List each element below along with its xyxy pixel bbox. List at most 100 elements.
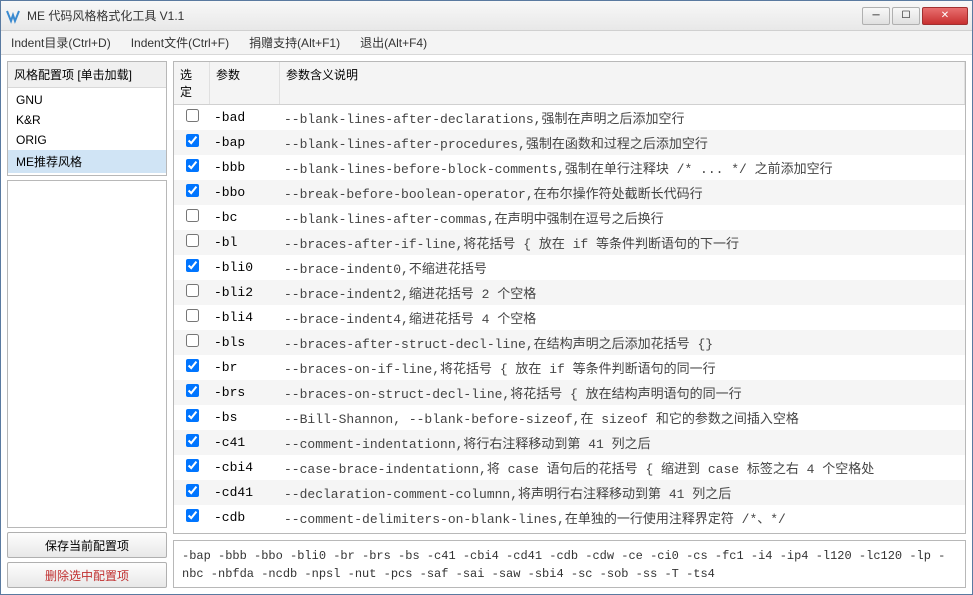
header-selected: 选定 xyxy=(174,62,210,104)
row-checkbox[interactable] xyxy=(186,284,199,297)
row-param: -bc xyxy=(210,210,280,225)
row-desc: --brace-indent0,不缩进花括号 xyxy=(280,258,965,277)
row-desc: --comment-indentationn,将行右注释移动到第 41 列之后 xyxy=(280,433,965,452)
grid-row: -cdb--comment-delimiters-on-blank-lines,… xyxy=(174,505,965,530)
row-desc: --brace-indent2,缩进花括号 2 个空格 xyxy=(280,283,965,302)
grid-row: -bs--Bill-Shannon, --blank-before-sizeof… xyxy=(174,405,965,430)
row-checkbox[interactable] xyxy=(186,409,199,422)
row-param: -bli4 xyxy=(210,310,280,325)
row-desc: --blank-lines-after-procedures,强制在函数和过程之… xyxy=(280,133,965,152)
row-param: -bls xyxy=(210,335,280,350)
preset-item[interactable]: K&R xyxy=(8,110,166,130)
grid-row: -cd41--declaration-comment-columnn,将声明行右… xyxy=(174,480,965,505)
row-param: -bl xyxy=(210,235,280,250)
row-param: -br xyxy=(210,360,280,375)
preset-list: GNUK&RORIGME推荐风格 xyxy=(8,88,166,175)
row-checkbox[interactable] xyxy=(186,159,199,172)
row-param: -bap xyxy=(210,135,280,150)
row-param: -bbo xyxy=(210,185,280,200)
menubar: Indent目录(Ctrl+D) Indent文件(Ctrl+F) 捐赠支持(A… xyxy=(1,31,972,55)
params-grid: 选定 参数 参数含义说明 -bad--blank-lines-after-dec… xyxy=(173,61,966,534)
row-param: -bad xyxy=(210,110,280,125)
row-desc: --declaration-comment-columnn,将声明行右注释移动到… xyxy=(280,483,965,502)
grid-row: -bls--braces-after-struct-decl-line,在结构声… xyxy=(174,330,965,355)
row-param: -c41 xyxy=(210,435,280,450)
grid-row: -bap--blank-lines-after-procedures,强制在函数… xyxy=(174,130,965,155)
grid-row: -c41--comment-indentationn,将行右注释移动到第 41 … xyxy=(174,430,965,455)
grid-row: -br--braces-on-if-line,将花括号 { 放在 if 等条件判… xyxy=(174,355,965,380)
row-param: -bli2 xyxy=(210,285,280,300)
row-checkbox[interactable] xyxy=(186,484,199,497)
row-desc: --braces-on-struct-decl-line,将花括号 { 放在结构… xyxy=(280,383,965,402)
row-param: -bbb xyxy=(210,160,280,175)
right-panel: 选定 参数 参数含义说明 -bad--blank-lines-after-dec… xyxy=(173,61,966,588)
row-checkbox[interactable] xyxy=(186,359,199,372)
menu-indent-file[interactable]: Indent文件(Ctrl+F) xyxy=(127,32,233,53)
row-desc: --case-brace-indentationn,将 case 语句后的花括号… xyxy=(280,458,965,477)
row-desc: --comment-delimiters-on-blank-lines,在单独的… xyxy=(280,508,965,527)
row-checkbox[interactable] xyxy=(186,134,199,147)
row-checkbox[interactable] xyxy=(186,259,199,272)
grid-row: -bli4--brace-indent4,缩进花括号 4 个空格 xyxy=(174,305,965,330)
row-desc: --braces-on-if-line,将花括号 { 放在 if 等条件判断语句… xyxy=(280,358,965,377)
row-checkbox[interactable] xyxy=(186,309,199,322)
row-desc: --braces-after-if-line,将花括号 { 放在 if 等条件判… xyxy=(280,233,965,252)
row-checkbox[interactable] xyxy=(186,384,199,397)
row-checkbox[interactable] xyxy=(186,509,199,522)
menu-indent-dir[interactable]: Indent目录(Ctrl+D) xyxy=(7,32,115,53)
row-checkbox[interactable] xyxy=(186,109,199,122)
grid-row: -bbo--break-before-boolean-operator,在布尔操… xyxy=(174,180,965,205)
preset-item[interactable]: ORIG xyxy=(8,130,166,150)
row-param: -brs xyxy=(210,385,280,400)
minimize-button[interactable]: ─ xyxy=(862,7,890,25)
save-preset-button[interactable]: 保存当前配置项 xyxy=(7,532,167,558)
row-desc: --braces-after-struct-decl-line,在结构声明之后添… xyxy=(280,333,965,352)
menu-donate[interactable]: 捐赠支持(Alt+F1) xyxy=(245,32,344,53)
titlebar: ME 代码风格格式化工具 V1.1 ─ ☐ ✕ xyxy=(1,1,972,31)
row-param: -cd41 xyxy=(210,485,280,500)
maximize-button[interactable]: ☐ xyxy=(892,7,920,25)
grid-row: -bad--blank-lines-after-declarations,强制在… xyxy=(174,105,965,130)
row-checkbox[interactable] xyxy=(186,334,199,347)
preset-item[interactable]: GNU xyxy=(8,90,166,110)
window-title: ME 代码风格格式化工具 V1.1 xyxy=(27,7,862,24)
grid-row: -cbi4--case-brace-indentationn,将 case 语句… xyxy=(174,455,965,480)
left-spacer xyxy=(7,180,167,528)
row-checkbox[interactable] xyxy=(186,209,199,222)
row-desc: --Bill-Shannon, --blank-before-sizeof,在 … xyxy=(280,408,965,427)
grid-header: 选定 参数 参数含义说明 xyxy=(174,62,965,105)
app-window: ME 代码风格格式化工具 V1.1 ─ ☐ ✕ Indent目录(Ctrl+D)… xyxy=(0,0,973,595)
grid-row: -brs--braces-on-struct-decl-line,将花括号 { … xyxy=(174,380,965,405)
grid-row: -bl--braces-after-if-line,将花括号 { 放在 if 等… xyxy=(174,230,965,255)
delete-preset-button[interactable]: 删除选中配置项 xyxy=(7,562,167,588)
row-desc: --blank-lines-after-commas,在声明中强制在逗号之后换行 xyxy=(280,208,965,227)
row-desc: --brace-indent4,缩进花括号 4 个空格 xyxy=(280,308,965,327)
content-area: 风格配置项 [单击加载] GNUK&RORIGME推荐风格 保存当前配置项 删除… xyxy=(1,55,972,594)
grid-row: -bbb--blank-lines-before-block-comments,… xyxy=(174,155,965,180)
row-checkbox[interactable] xyxy=(186,434,199,447)
grid-row: -bli2--brace-indent2,缩进花括号 2 个空格 xyxy=(174,280,965,305)
preset-title: 风格配置项 [单击加载] xyxy=(8,62,166,88)
window-controls: ─ ☐ ✕ xyxy=(862,7,968,25)
row-param: -cdb xyxy=(210,510,280,525)
menu-exit[interactable]: 退出(Alt+F4) xyxy=(356,32,431,53)
row-param: -bs xyxy=(210,410,280,425)
app-icon xyxy=(5,8,21,24)
row-checkbox[interactable] xyxy=(186,459,199,472)
grid-row: -bc--blank-lines-after-commas,在声明中强制在逗号之… xyxy=(174,205,965,230)
grid-row: -bli0--brace-indent0,不缩进花括号 xyxy=(174,255,965,280)
preset-item[interactable]: ME推荐风格 xyxy=(8,150,166,173)
row-param: -bli0 xyxy=(210,260,280,275)
row-desc: --blank-lines-after-declarations,强制在声明之后… xyxy=(280,108,965,127)
row-desc: --blank-lines-before-block-comments,强制在单… xyxy=(280,158,965,177)
row-checkbox[interactable] xyxy=(186,234,199,247)
row-checkbox[interactable] xyxy=(186,184,199,197)
grid-body[interactable]: -bad--blank-lines-after-declarations,强制在… xyxy=(174,105,965,534)
summary-box: -bap -bbb -bbo -bli0 -br -brs -bs -c41 -… xyxy=(173,540,966,588)
row-desc: --break-before-boolean-operator,在布尔操作符处截… xyxy=(280,183,965,202)
preset-groupbox: 风格配置项 [单击加载] GNUK&RORIGME推荐风格 xyxy=(7,61,167,176)
row-param: -cbi4 xyxy=(210,460,280,475)
header-param: 参数 xyxy=(210,62,280,104)
left-panel: 风格配置项 [单击加载] GNUK&RORIGME推荐风格 保存当前配置项 删除… xyxy=(7,61,167,588)
close-button[interactable]: ✕ xyxy=(922,7,968,25)
